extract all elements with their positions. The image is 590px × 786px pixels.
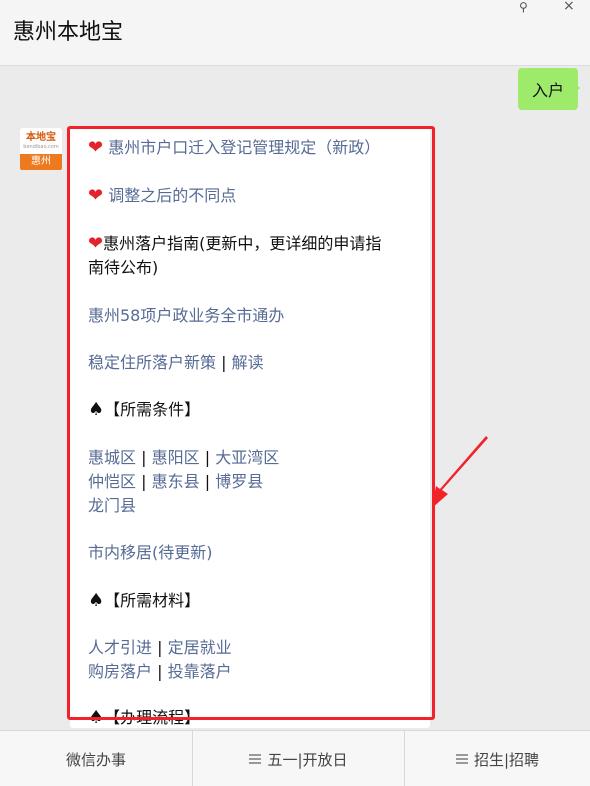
avatar-domain-text: bendibao.com [23, 144, 59, 150]
list-item: ❤惠州落户指南(更新中，更详细的申请指 南待公布) [88, 232, 423, 280]
link-interpretation[interactable]: 解读 [232, 353, 264, 372]
link-differences[interactable]: 调整之后的不同点 [108, 186, 236, 205]
spade-icon: ♠ [88, 707, 105, 728]
district-row: 龙门县 [88, 494, 136, 518]
tab-label: 微信办事 [65, 750, 126, 769]
page-title: 惠州本地宝 [13, 20, 124, 45]
heading-process: 【办理流程】 [104, 708, 201, 727]
list-item: 惠州58项户政业务全市通办 [88, 304, 284, 328]
link-move-within-city[interactable]: 市内移居(待更新) [88, 543, 213, 562]
user-message-bubble: 入户 [518, 68, 580, 110]
red-arrow-icon [432, 436, 488, 508]
tab-label: 招生|招聘 [473, 750, 540, 769]
separator: | [141, 448, 147, 467]
separator: | [204, 448, 211, 467]
menu-icon [455, 754, 468, 764]
bottom-menu-bar: 微信办事 五一|开放日 招生|招聘 [0, 730, 590, 786]
close-icon[interactable]: × [563, 0, 575, 14]
separator: | [141, 472, 147, 491]
tab-label: 五一|开放日 [267, 750, 348, 769]
chat-header: 惠州本地宝 ⚲ × [0, 0, 590, 66]
avatar-logo-text: 本地宝 [26, 132, 56, 143]
tab-wechat-services[interactable]: 微信办事 [0, 731, 192, 786]
materials-row: 购房落户 | 投靠落户 [88, 660, 232, 684]
tab-may-day[interactable]: 五一|开放日 [193, 731, 404, 786]
separator: | [221, 353, 227, 372]
link-district[interactable]: 大亚湾区 [215, 448, 279, 467]
spade-icon: ♠ [88, 399, 105, 420]
link-district[interactable]: 仲恺区 [88, 472, 136, 491]
menu-icon [249, 754, 262, 764]
separator: | [157, 662, 163, 681]
section-heading: ♠【所需条件】 [88, 398, 200, 422]
avatar-city-text: 惠州 [31, 156, 51, 167]
link-material[interactable]: 投靠落户 [168, 662, 232, 681]
link-stable-residence[interactable]: 稳定住所落户新策 [88, 353, 216, 372]
section-heading: ♠【所需材料】 [88, 589, 200, 613]
heart-icon: ❤ [88, 185, 104, 206]
separator: | [204, 472, 211, 491]
guide-text-line1: 惠州落户指南(更新中，更详细的申请指 [103, 234, 382, 253]
spade-icon: ♠ [88, 590, 105, 611]
tab-recruitment[interactable]: 招生|招聘 [405, 731, 590, 786]
list-item: ❤ 惠州市户口迁入登记管理规定（新政） [88, 136, 380, 160]
link-district[interactable]: 龙门县 [88, 496, 136, 515]
link-material[interactable]: 定居就业 [168, 638, 232, 657]
link-58-services[interactable]: 惠州58项户政业务全市通办 [88, 306, 284, 325]
link-material[interactable]: 购房落户 [88, 662, 152, 681]
heart-icon: ❤ [88, 233, 104, 254]
heading-conditions: 【所需条件】 [104, 400, 201, 419]
separator: | [157, 638, 163, 657]
materials-row: 人才引进 | 定居就业 [88, 636, 232, 660]
guide-text-line2: 南待公布) [88, 258, 159, 277]
link-district[interactable]: 博罗县 [215, 472, 263, 491]
list-item: 稳定住所落户新策 | 解读 [88, 351, 264, 375]
avatar[interactable]: 本地宝 bendibao.com 惠州 [20, 128, 62, 170]
heart-icon: ❤ [88, 137, 104, 158]
district-row: 仲恺区 | 惠东县 | 博罗县 [88, 470, 263, 494]
bot-message-bubble: ❤ 惠州市户口迁入登记管理规定（新政） ❤ 调整之后的不同点 ❤惠州落户指南(更… [70, 128, 430, 728]
list-item: 市内移居(待更新) [88, 541, 213, 565]
district-row: 惠城区 | 惠阳区 | 大亚湾区 [88, 446, 279, 470]
link-district[interactable]: 惠城区 [88, 448, 136, 467]
link-district[interactable]: 惠阳区 [152, 448, 200, 467]
pin-icon[interactable]: ⚲ [519, 0, 528, 14]
link-material[interactable]: 人才引进 [88, 638, 152, 657]
list-item: ❤ 调整之后的不同点 [88, 184, 236, 208]
section-heading: ♠【办理流程】 [88, 706, 200, 728]
heading-materials: 【所需材料】 [104, 591, 201, 610]
link-district[interactable]: 惠东县 [152, 472, 200, 491]
link-registration-rules[interactable]: 惠州市户口迁入登记管理规定（新政） [108, 138, 380, 157]
